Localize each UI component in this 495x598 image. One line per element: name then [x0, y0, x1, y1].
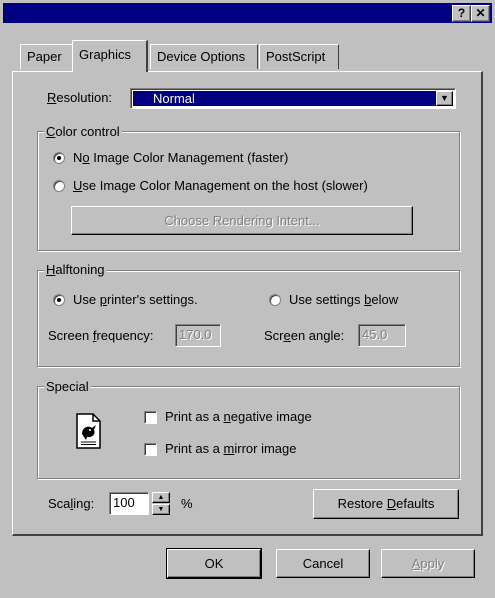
resolution-dropdown-button[interactable]: ▼ [436, 91, 453, 106]
help-button[interactable]: ? [452, 5, 471, 22]
scaling-input[interactable]: 100 [109, 492, 149, 515]
scaling-label: Scaling: [48, 496, 95, 511]
resolution-label: Resolution: [47, 90, 113, 105]
halftoning-legend: Halftoning [44, 262, 107, 277]
help-icon: ? [457, 6, 466, 20]
radio-use-settings-below[interactable] [269, 294, 281, 306]
ok-button[interactable]: OK [166, 548, 262, 579]
radio-use-color-management[interactable] [53, 180, 65, 192]
tab-paper[interactable]: Paper [20, 44, 73, 69]
screen-angle-input[interactable]: 45.0 [358, 324, 406, 347]
use-color-management-label[interactable]: Use Image Color Management on the host (… [73, 178, 368, 193]
use-settings-below-label[interactable]: Use settings below [289, 292, 398, 307]
title-bar[interactable] [3, 3, 492, 23]
scaling-unit: % [181, 496, 193, 511]
mirror-image-label[interactable]: Print as a mirror image [165, 441, 297, 456]
resolution-select[interactable]: Normal ▼ [130, 88, 456, 109]
use-printer-settings-label[interactable]: Use printer's settings. [73, 292, 198, 307]
radio-no-color-management[interactable] [53, 152, 65, 164]
tab-postscript[interactable]: PostScript [259, 44, 339, 69]
apply-button[interactable]: Apply [381, 549, 475, 578]
cancel-button[interactable]: Cancel [276, 549, 370, 578]
chevron-down-icon: ▼ [157, 506, 165, 513]
negative-image-checkbox[interactable] [144, 411, 157, 424]
tab-graphics[interactable]: Graphics [72, 40, 148, 72]
screen-frequency-label: Screen frequency: [48, 328, 154, 343]
choose-rendering-intent-button[interactable]: Choose Rendering Intent... [71, 206, 413, 235]
negative-image-label[interactable]: Print as a negative image [165, 409, 312, 424]
radio-selected-dot [57, 298, 61, 302]
close-button[interactable]: ✕ [471, 5, 490, 22]
chevron-up-icon: ▲ [157, 494, 165, 501]
tab-device-options[interactable]: Device Options [150, 44, 258, 69]
color-control-legend: Color control [44, 124, 122, 139]
document-preview-icon [69, 413, 108, 450]
scaling-stepper[interactable]: ▲ ▼ [152, 492, 170, 515]
scaling-up-button[interactable]: ▲ [152, 492, 170, 503]
resolution-value: Normal [133, 91, 436, 106]
special-legend: Special [44, 379, 91, 394]
restore-defaults-button[interactable]: Restore Defaults [313, 489, 459, 519]
close-icon: ✕ [475, 6, 486, 20]
radio-use-printer-settings[interactable] [53, 294, 65, 306]
radio-selected-dot [57, 156, 61, 160]
halftoning-group [37, 270, 460, 367]
mirror-image-checkbox[interactable] [144, 443, 157, 456]
no-color-management-label[interactable]: No Image Color Management (faster) [73, 150, 288, 165]
chevron-down-icon: ▼ [440, 93, 449, 103]
screen-angle-label: Screen angle: [264, 328, 345, 343]
screen-frequency-input[interactable]: 170.0 [175, 324, 221, 347]
scaling-down-button[interactable]: ▼ [152, 504, 170, 515]
